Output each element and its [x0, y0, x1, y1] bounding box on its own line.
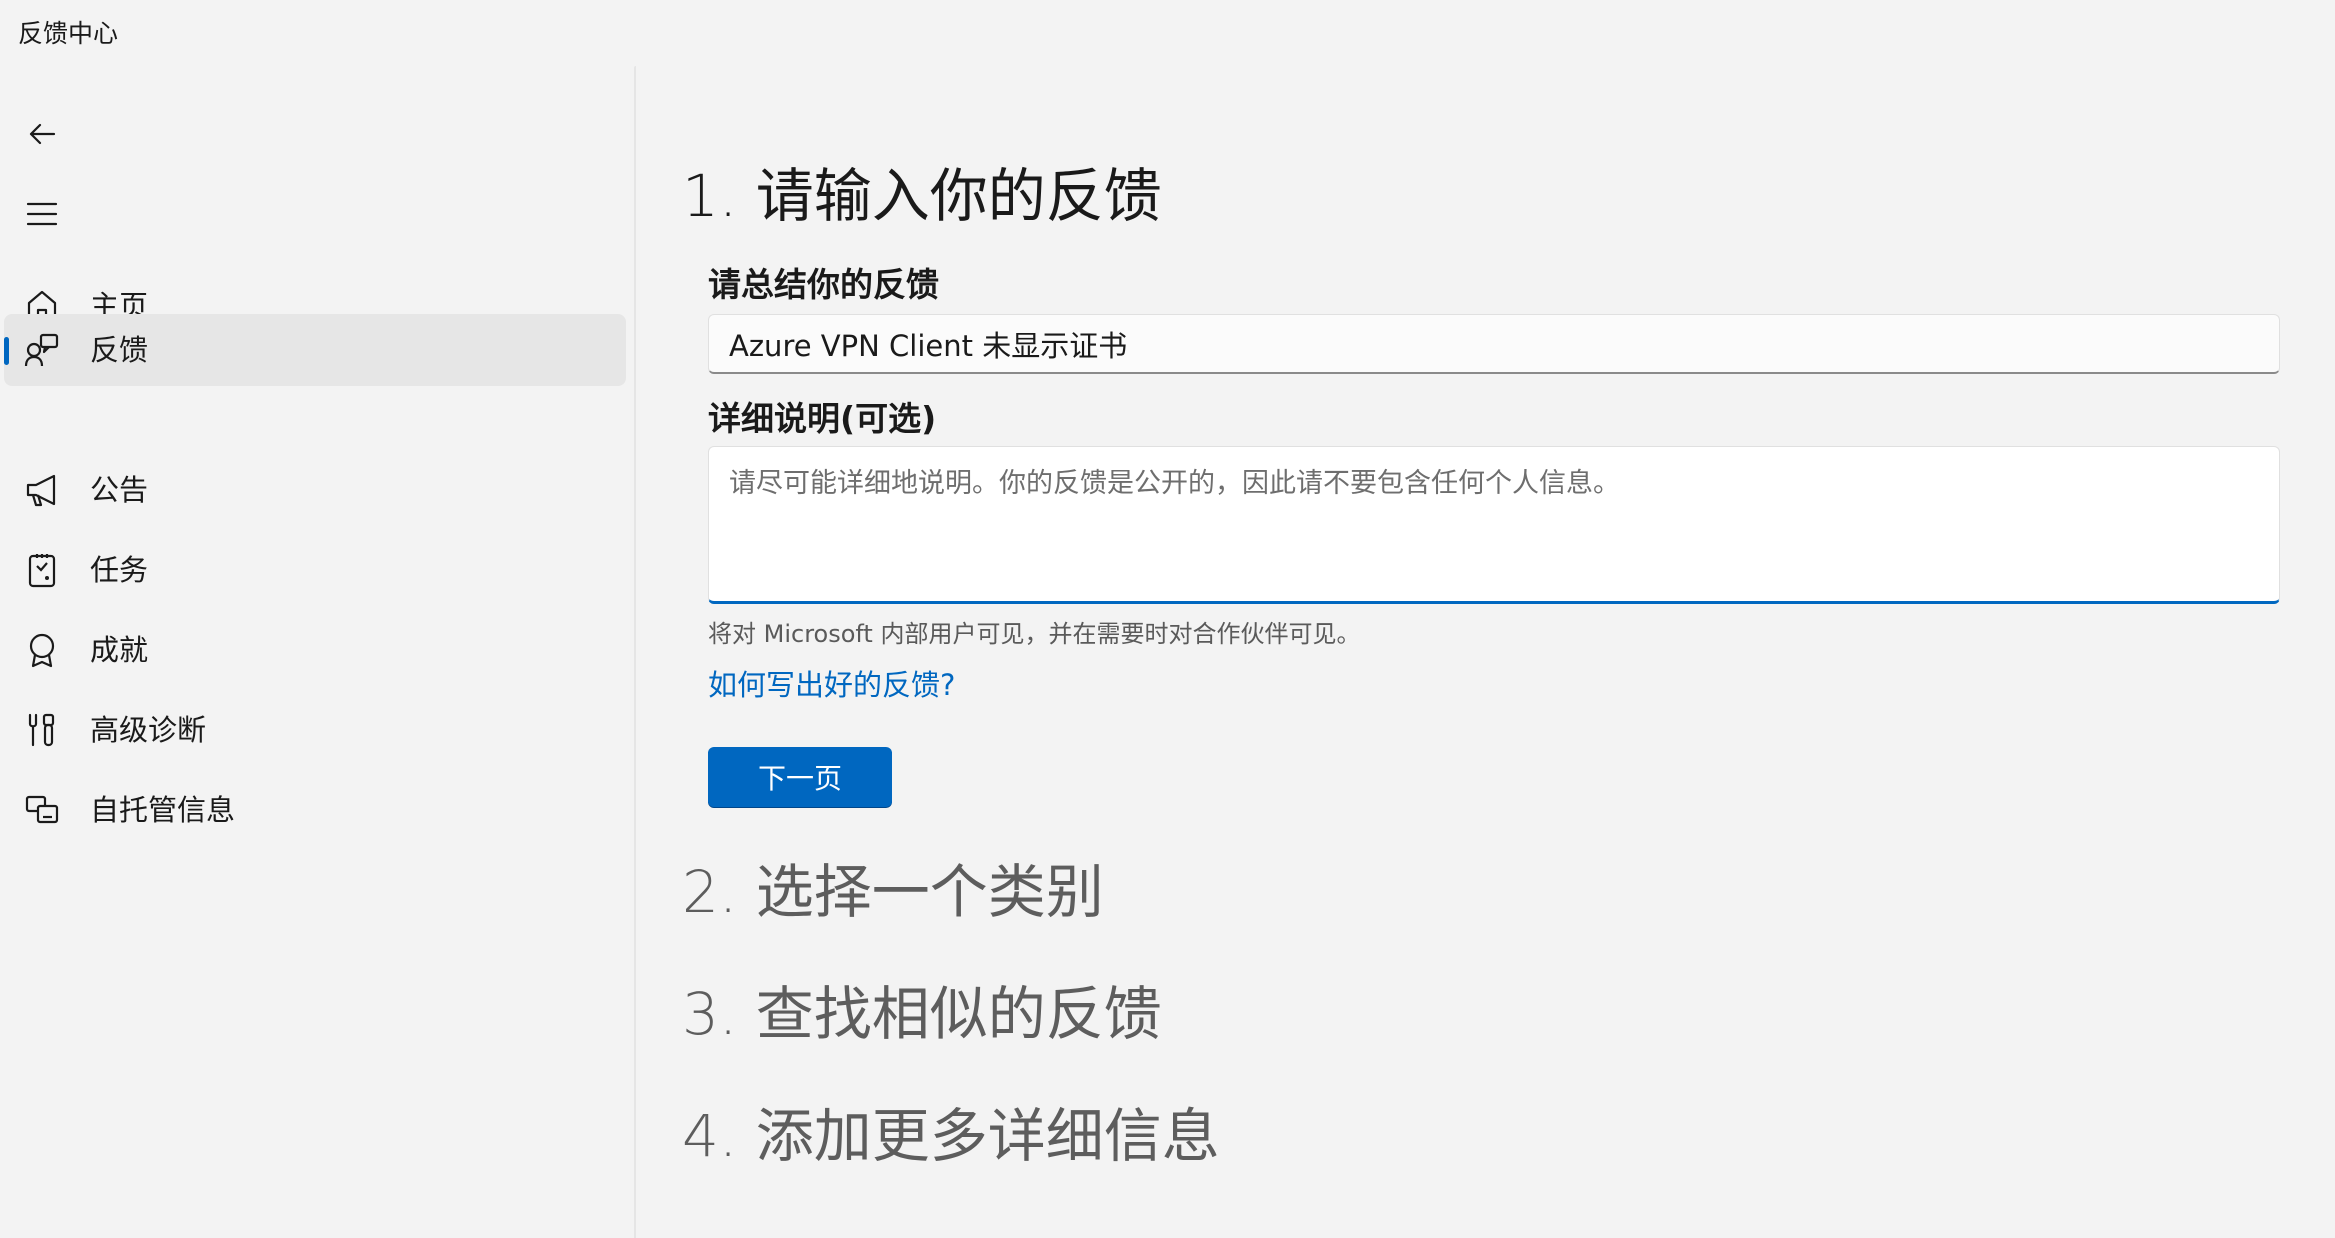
summary-label: 请总结你的反馈	[708, 265, 939, 304]
details-textarea[interactable]	[708, 446, 2280, 604]
sidebar-item-label: 高级诊断	[90, 713, 207, 747]
step-2-title[interactable]: 2. 选择一个类别	[682, 858, 1104, 926]
sidebar-item-achievements[interactable]: 成就	[4, 614, 626, 686]
sidebar-item-advanced-diagnostics[interactable]: 高级诊断	[4, 694, 626, 766]
active-indicator	[4, 337, 9, 365]
hamburger-menu-icon	[26, 202, 58, 226]
feedback-icon	[24, 332, 60, 368]
feedback-help-link[interactable]: 如何写出好的反馈?	[708, 662, 955, 704]
summary-input[interactable]	[708, 314, 2280, 374]
arrow-left-icon	[29, 123, 56, 145]
feedback-form-panel: 1. 请输入你的反馈 请总结你的反馈 详细说明(可选) 将对 Microsoft…	[636, 62, 2335, 1238]
devices-icon	[24, 792, 60, 828]
sidebar-item-label: 公告	[90, 473, 149, 507]
wrench-screwdriver-icon	[24, 712, 60, 748]
step-4-title[interactable]: 4. 添加更多详细信息	[682, 1102, 1220, 1170]
sidebar-item-announcements[interactable]: 公告	[4, 454, 626, 526]
sidebar-item-quests[interactable]: 任务	[4, 534, 626, 606]
quest-icon	[24, 552, 60, 588]
visibility-note: 将对 Microsoft 内部用户可见，并在需要时对合作伙伴可见。	[708, 620, 1361, 648]
sidebar-item-feedback[interactable]: 反馈	[4, 314, 626, 386]
step-3-title[interactable]: 3. 查找相似的反馈	[682, 980, 1162, 1048]
achievement-badge-icon	[24, 632, 60, 668]
sidebar-item-label: 反馈	[90, 333, 149, 367]
back-button[interactable]	[18, 110, 66, 158]
sidebar-navigation: 主页 反馈 公告 任务 成就 高级诊断 自托管信息	[0, 62, 636, 1238]
sidebar-item-self-host-info[interactable]: 自托管信息	[4, 774, 626, 846]
sidebar-item-label: 成就	[90, 633, 149, 667]
menu-button[interactable]	[18, 190, 66, 238]
sidebar-item-label: 自托管信息	[90, 793, 236, 827]
details-label: 详细说明(可选)	[708, 399, 937, 438]
sidebar-item-label: 任务	[90, 553, 149, 587]
step-1-title: 1. 请输入你的反馈	[682, 162, 1162, 230]
next-page-button[interactable]: 下一页	[708, 747, 892, 807]
app-title: 反馈中心	[18, 19, 119, 48]
megaphone-icon	[24, 472, 60, 508]
title-bar: 反馈中心	[0, 0, 2335, 62]
